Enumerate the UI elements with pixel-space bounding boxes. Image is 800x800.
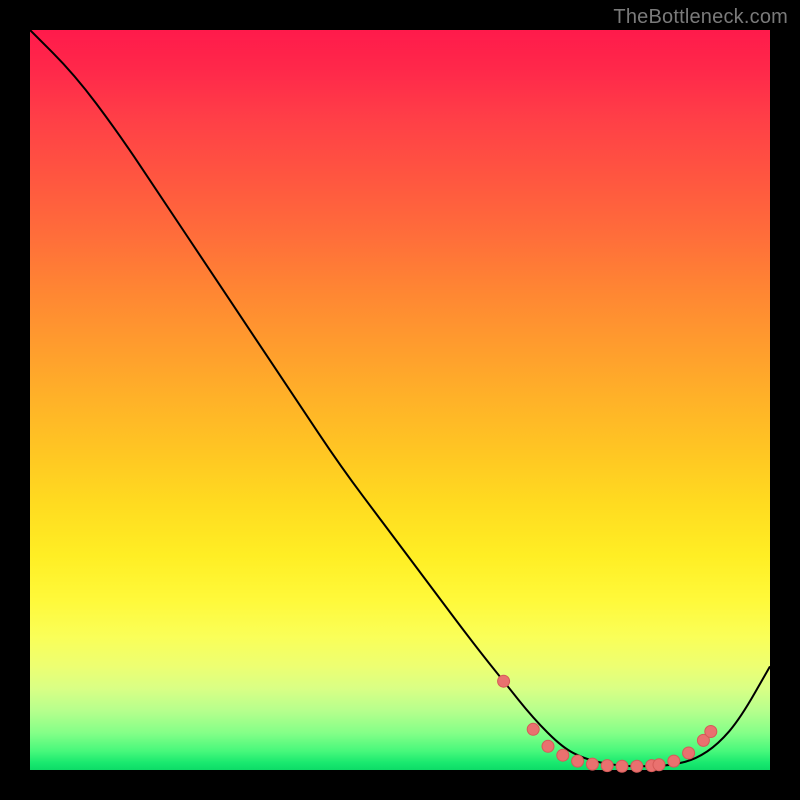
plot-area (30, 30, 770, 770)
curve-marker (653, 759, 665, 771)
curve-marker (631, 760, 643, 772)
curve-marker (705, 726, 717, 738)
curve-marker (527, 723, 539, 735)
curve-marker (572, 755, 584, 767)
curve-marker (616, 760, 628, 772)
chart-frame: TheBottleneck.com (0, 0, 800, 800)
curve-layer (30, 30, 770, 770)
curve-marker (586, 758, 598, 770)
watermark-text: TheBottleneck.com (613, 6, 788, 29)
curve-marker (601, 760, 613, 772)
curve-markers (498, 675, 717, 772)
curve-marker (498, 675, 510, 687)
curve-marker (668, 755, 680, 767)
bottleneck-curve (30, 30, 770, 766)
curve-marker (542, 740, 554, 752)
curve-marker (557, 749, 569, 761)
curve-marker (683, 747, 695, 759)
